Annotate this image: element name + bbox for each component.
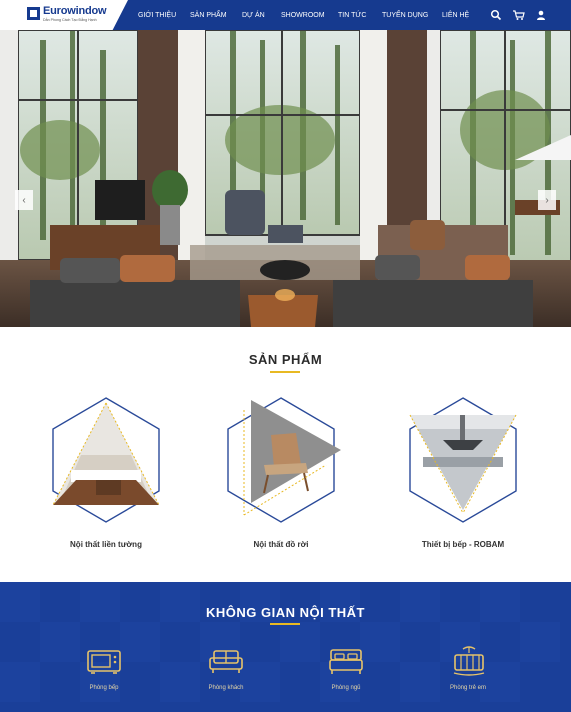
products-title-underline [270, 371, 300, 373]
nav-item-showroom[interactable]: SHOWROOM [281, 12, 325, 19]
chevron-left-icon: ‹ [22, 194, 26, 206]
product-card-noi-that-lien-tuong[interactable] [41, 395, 171, 525]
cart-icon[interactable] [512, 9, 525, 21]
nav-item-lien-he[interactable]: LIÊN HỆ [442, 12, 469, 19]
product-card-noi-that-do-roi[interactable] [216, 395, 346, 525]
slider-next-button[interactable]: › [538, 190, 556, 210]
site-header: Eurowindow Dẫn Phong Cách Tạo Đẳng Hạnh … [0, 0, 571, 30]
logo-mark-icon [27, 7, 40, 20]
room-label-phong-bep[interactable]: Phòng bếp [64, 685, 144, 691]
room-label-phong-khach[interactable]: Phòng khách [186, 685, 266, 691]
logo-tagline: Dẫn Phong Cách Tạo Đẳng Hạnh [43, 18, 97, 22]
product-label-noi-that-do-roi[interactable]: Nội thất đồ rời [201, 540, 361, 549]
search-icon[interactable] [490, 9, 502, 21]
user-icon[interactable] [535, 9, 547, 21]
hero-living-room-image [0, 30, 571, 327]
logo[interactable]: Eurowindow Dẫn Phong Cách Tạo Đẳng Hạnh [0, 0, 128, 30]
chevron-right-icon: › [545, 194, 549, 206]
product-label-thiet-bi-bep-robam[interactable]: Thiết bị bếp - ROBAM [383, 540, 543, 549]
product-card-thiet-bi-bep-robam[interactable] [398, 395, 528, 525]
products-title: SẢN PHẨM [248, 352, 323, 367]
room-label-phong-ngu[interactable]: Phòng ngủ [306, 685, 386, 691]
slider-prev-button[interactable]: ‹ [15, 190, 33, 210]
bed-icon[interactable] [328, 648, 364, 676]
interior-title-underline [270, 623, 300, 625]
nav-item-du-an[interactable]: DỰ ÁN [242, 12, 265, 19]
room-label-phong-tre-em[interactable]: Phòng trẻ em [428, 685, 508, 691]
logo-text: Eurowindow [43, 5, 107, 17]
sofa-icon[interactable] [208, 648, 244, 676]
nav-item-tin-tuc[interactable]: TIN TỨC [338, 12, 366, 19]
microwave-icon[interactable] [86, 648, 122, 676]
nav-item-gioi-thieu[interactable]: GIỚI THIỆU [138, 12, 176, 19]
crib-icon[interactable] [451, 646, 487, 676]
nav-item-tuyen-dung[interactable]: TUYỂN DỤNG [382, 12, 428, 19]
hero-banner: ‹ › [0, 30, 571, 327]
product-label-noi-that-lien-tuong[interactable]: Nội thất liền tường [26, 540, 186, 549]
nav-item-san-pham[interactable]: SẢN PHẨM [190, 12, 227, 19]
interior-title: KHÔNG GIAN NỘI THẤT [206, 605, 365, 620]
